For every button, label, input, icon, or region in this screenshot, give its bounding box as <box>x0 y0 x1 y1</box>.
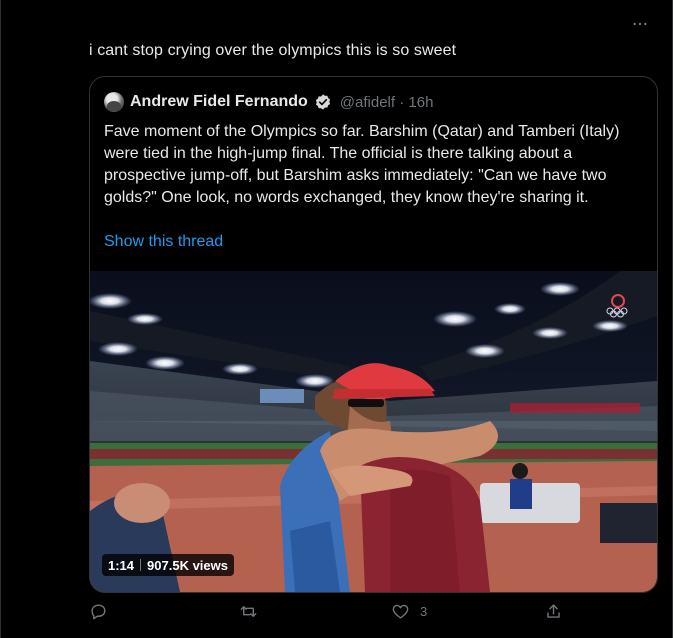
quoted-tweet-text: Fave moment of the Olympics so far. Bars… <box>104 123 620 206</box>
author-name[interactable]: Andrew Fidel Fernando <box>130 93 308 111</box>
like-button[interactable]: 3 <box>391 602 427 621</box>
avatar[interactable] <box>104 92 124 112</box>
retweet-button[interactable] <box>239 602 268 621</box>
video-duration: 1:14 <box>108 557 135 573</box>
quoted-tweet[interactable]: Andrew Fidel Fernando @afidelf · 16h Fav… <box>89 76 658 593</box>
tweet-text: i cant stop crying over the olympics thi… <box>89 42 457 59</box>
share-icon <box>547 604 560 618</box>
video-views: 907.5K views <box>147 557 228 573</box>
tweet-container: i cant stop crying over the olympics thi… <box>0 0 673 638</box>
reply-button[interactable] <box>89 602 118 621</box>
tweet-actions: 3 <box>89 602 658 630</box>
video-thumbnail <box>90 271 657 592</box>
heart-icon <box>392 604 409 619</box>
retweet-icon <box>240 606 257 617</box>
badge-divider <box>140 559 142 571</box>
verified-badge-icon <box>315 94 330 110</box>
more-options-button[interactable] <box>628 12 652 36</box>
video-player[interactable]: 1:14 907.5K views <box>90 271 657 592</box>
reply-icon <box>91 604 106 620</box>
video-info-badge: 1:14 907.5K views <box>102 554 234 576</box>
quoted-tweet-header: Andrew Fidel Fernando @afidelf · 16h <box>104 91 433 113</box>
show-thread-link[interactable]: Show this thread <box>104 233 223 251</box>
share-button[interactable] <box>544 602 573 621</box>
like-count: 3 <box>420 604 428 619</box>
more-horizontal-icon <box>633 22 647 26</box>
author-handle-time[interactable]: @afidelf · 16h <box>340 94 434 111</box>
